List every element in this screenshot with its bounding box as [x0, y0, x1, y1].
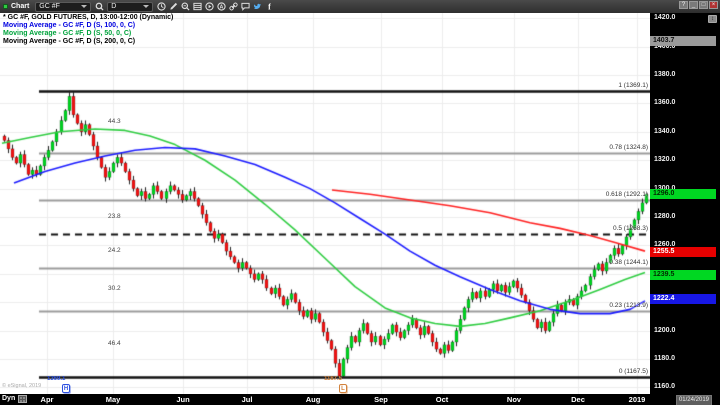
fib-level-label: 0 (1167.5)	[619, 368, 648, 375]
price-axis[interactable]: ↕ 1420.01400.01380.01360.01340.01320.013…	[650, 13, 720, 394]
fib-diff-label: 44.3	[108, 118, 121, 125]
twitter-icon[interactable]	[252, 2, 262, 12]
fib-diff-label: 30.2	[108, 285, 121, 292]
legend-line-1[interactable]: Moving Average - GC #F, D (S, 100, 0, C)	[3, 22, 173, 30]
fib-level-label: 0.618 (1292.1)	[606, 191, 648, 198]
high-marker-value: 1369.1	[47, 376, 65, 382]
chart-plot-area[interactable]: * GC #F, GOLD FUTURES, D, 13:00-12:00 (D…	[0, 13, 650, 394]
chart-legend: * GC #F, GOLD FUTURES, D, 13:00-12:00 (D…	[3, 14, 173, 46]
month-label: Jul	[232, 395, 262, 404]
price-tick-label: 1380.0	[654, 71, 675, 78]
watchlist-icon[interactable]	[192, 2, 202, 12]
price-tick-label: 1160.0	[654, 383, 675, 390]
dyn-mode-label[interactable]: Dyn	[2, 395, 15, 402]
restore-button[interactable]: □	[699, 1, 708, 9]
draw-icon[interactable]	[168, 2, 178, 12]
last-date-box[interactable]: 01/24/2019	[676, 395, 712, 405]
month-label: Sep	[366, 395, 396, 404]
chart-window: Chart GC #F D Af ?_□× * GC #F, GOLD FUTU…	[0, 0, 720, 405]
low-marker-value: 1167.5	[324, 376, 342, 382]
price-box: 1403.7	[650, 36, 716, 46]
month-label: Apr	[32, 395, 62, 404]
svg-text:A: A	[219, 4, 223, 10]
symbol-value: GC #F	[39, 3, 60, 10]
toolbar-icon-group: Af	[156, 2, 274, 12]
price-box: 1222.4	[650, 294, 716, 304]
fib-level-label: 0.78 (1324.8)	[609, 144, 648, 151]
price-tick-label: 1200.0	[654, 327, 675, 334]
status-dot	[3, 4, 8, 9]
minimize-button[interactable]: _	[689, 1, 698, 9]
fib-diff-label: 24.2	[108, 247, 121, 254]
chevron-down-icon	[81, 5, 87, 8]
low-marker-icon: L	[339, 384, 347, 393]
time-axis[interactable]: Dyn 01/24/2019 Apr May Jun Jul Aug Sep Oct Nov D…	[0, 394, 720, 405]
zoom-icon[interactable]	[180, 2, 190, 12]
chat-icon[interactable]	[240, 2, 250, 12]
legend-line-2[interactable]: Moving Average - GC #F, D (S, 50, 0, C)	[3, 30, 173, 38]
toolbar-icon-group	[94, 2, 104, 12]
play-icon[interactable]	[204, 2, 214, 12]
fib-diff-label: 23.8	[108, 213, 121, 220]
month-label: Jun	[168, 395, 198, 404]
close-button[interactable]: ×	[709, 1, 718, 9]
price-tick-label: 1360.0	[654, 99, 675, 106]
symbol-select[interactable]: GC #F	[35, 2, 91, 12]
clock-icon[interactable]	[156, 2, 166, 12]
month-label: May	[98, 395, 128, 404]
month-label: Oct	[427, 395, 457, 404]
axis-scale-icon[interactable]: ↕	[708, 15, 717, 23]
window-controls: ?_□×	[679, 1, 718, 9]
month-label: Aug	[298, 395, 328, 404]
price-tick-label: 1420.0	[654, 14, 675, 21]
price-tick-label: 1320.0	[654, 156, 675, 163]
legend-line-3[interactable]: Moving Average - GC #F, D (S, 200, 0, C)	[3, 38, 173, 46]
legend-line-0[interactable]: * GC #F, GOLD FUTURES, D, 13:00-12:00 (D…	[3, 14, 173, 22]
chevron-down-icon	[143, 5, 149, 8]
price-tick-label: 1340.0	[654, 128, 675, 135]
interval-value: D	[111, 3, 116, 10]
dyn-grid-icon[interactable]	[18, 395, 27, 403]
price-chart-canvas[interactable]	[0, 13, 650, 394]
fib-level-label: 1 (1369.1)	[618, 82, 648, 89]
month-label: Dec	[563, 395, 593, 404]
link-icon[interactable]	[228, 2, 238, 12]
price-box: 1296.0	[650, 189, 716, 199]
price-tick-label: 1180.0	[654, 355, 675, 362]
copyright-text: © eSignal, 2019	[2, 383, 41, 389]
month-label: Nov	[499, 395, 529, 404]
interval-select[interactable]: D	[107, 2, 153, 12]
fib-level-label: 0.5 (1268.3)	[613, 225, 648, 232]
fib-diff-label: 46.4	[108, 340, 121, 347]
facebook-icon[interactable]: f	[264, 2, 274, 12]
price-tick-label: 1280.0	[654, 213, 675, 220]
help-button[interactable]: ?	[679, 1, 688, 9]
alerts-icon[interactable]: A	[216, 2, 226, 12]
toolbar: Chart GC #F D Af ?_□×	[0, 0, 720, 13]
chart-tab[interactable]: Chart	[11, 3, 29, 10]
price-box: 1239.5	[650, 270, 716, 280]
high-marker-icon: H	[62, 384, 70, 393]
price-box: 1255.5	[650, 247, 716, 257]
symbol-lookup-icon[interactable]	[94, 2, 104, 12]
svg-text:f: f	[268, 3, 271, 11]
fib-level-label: 0.38 (1244.1)	[609, 259, 648, 266]
fib-level-label: 0.23 (1213.9)	[609, 302, 648, 309]
month-label: 2019	[622, 395, 652, 404]
